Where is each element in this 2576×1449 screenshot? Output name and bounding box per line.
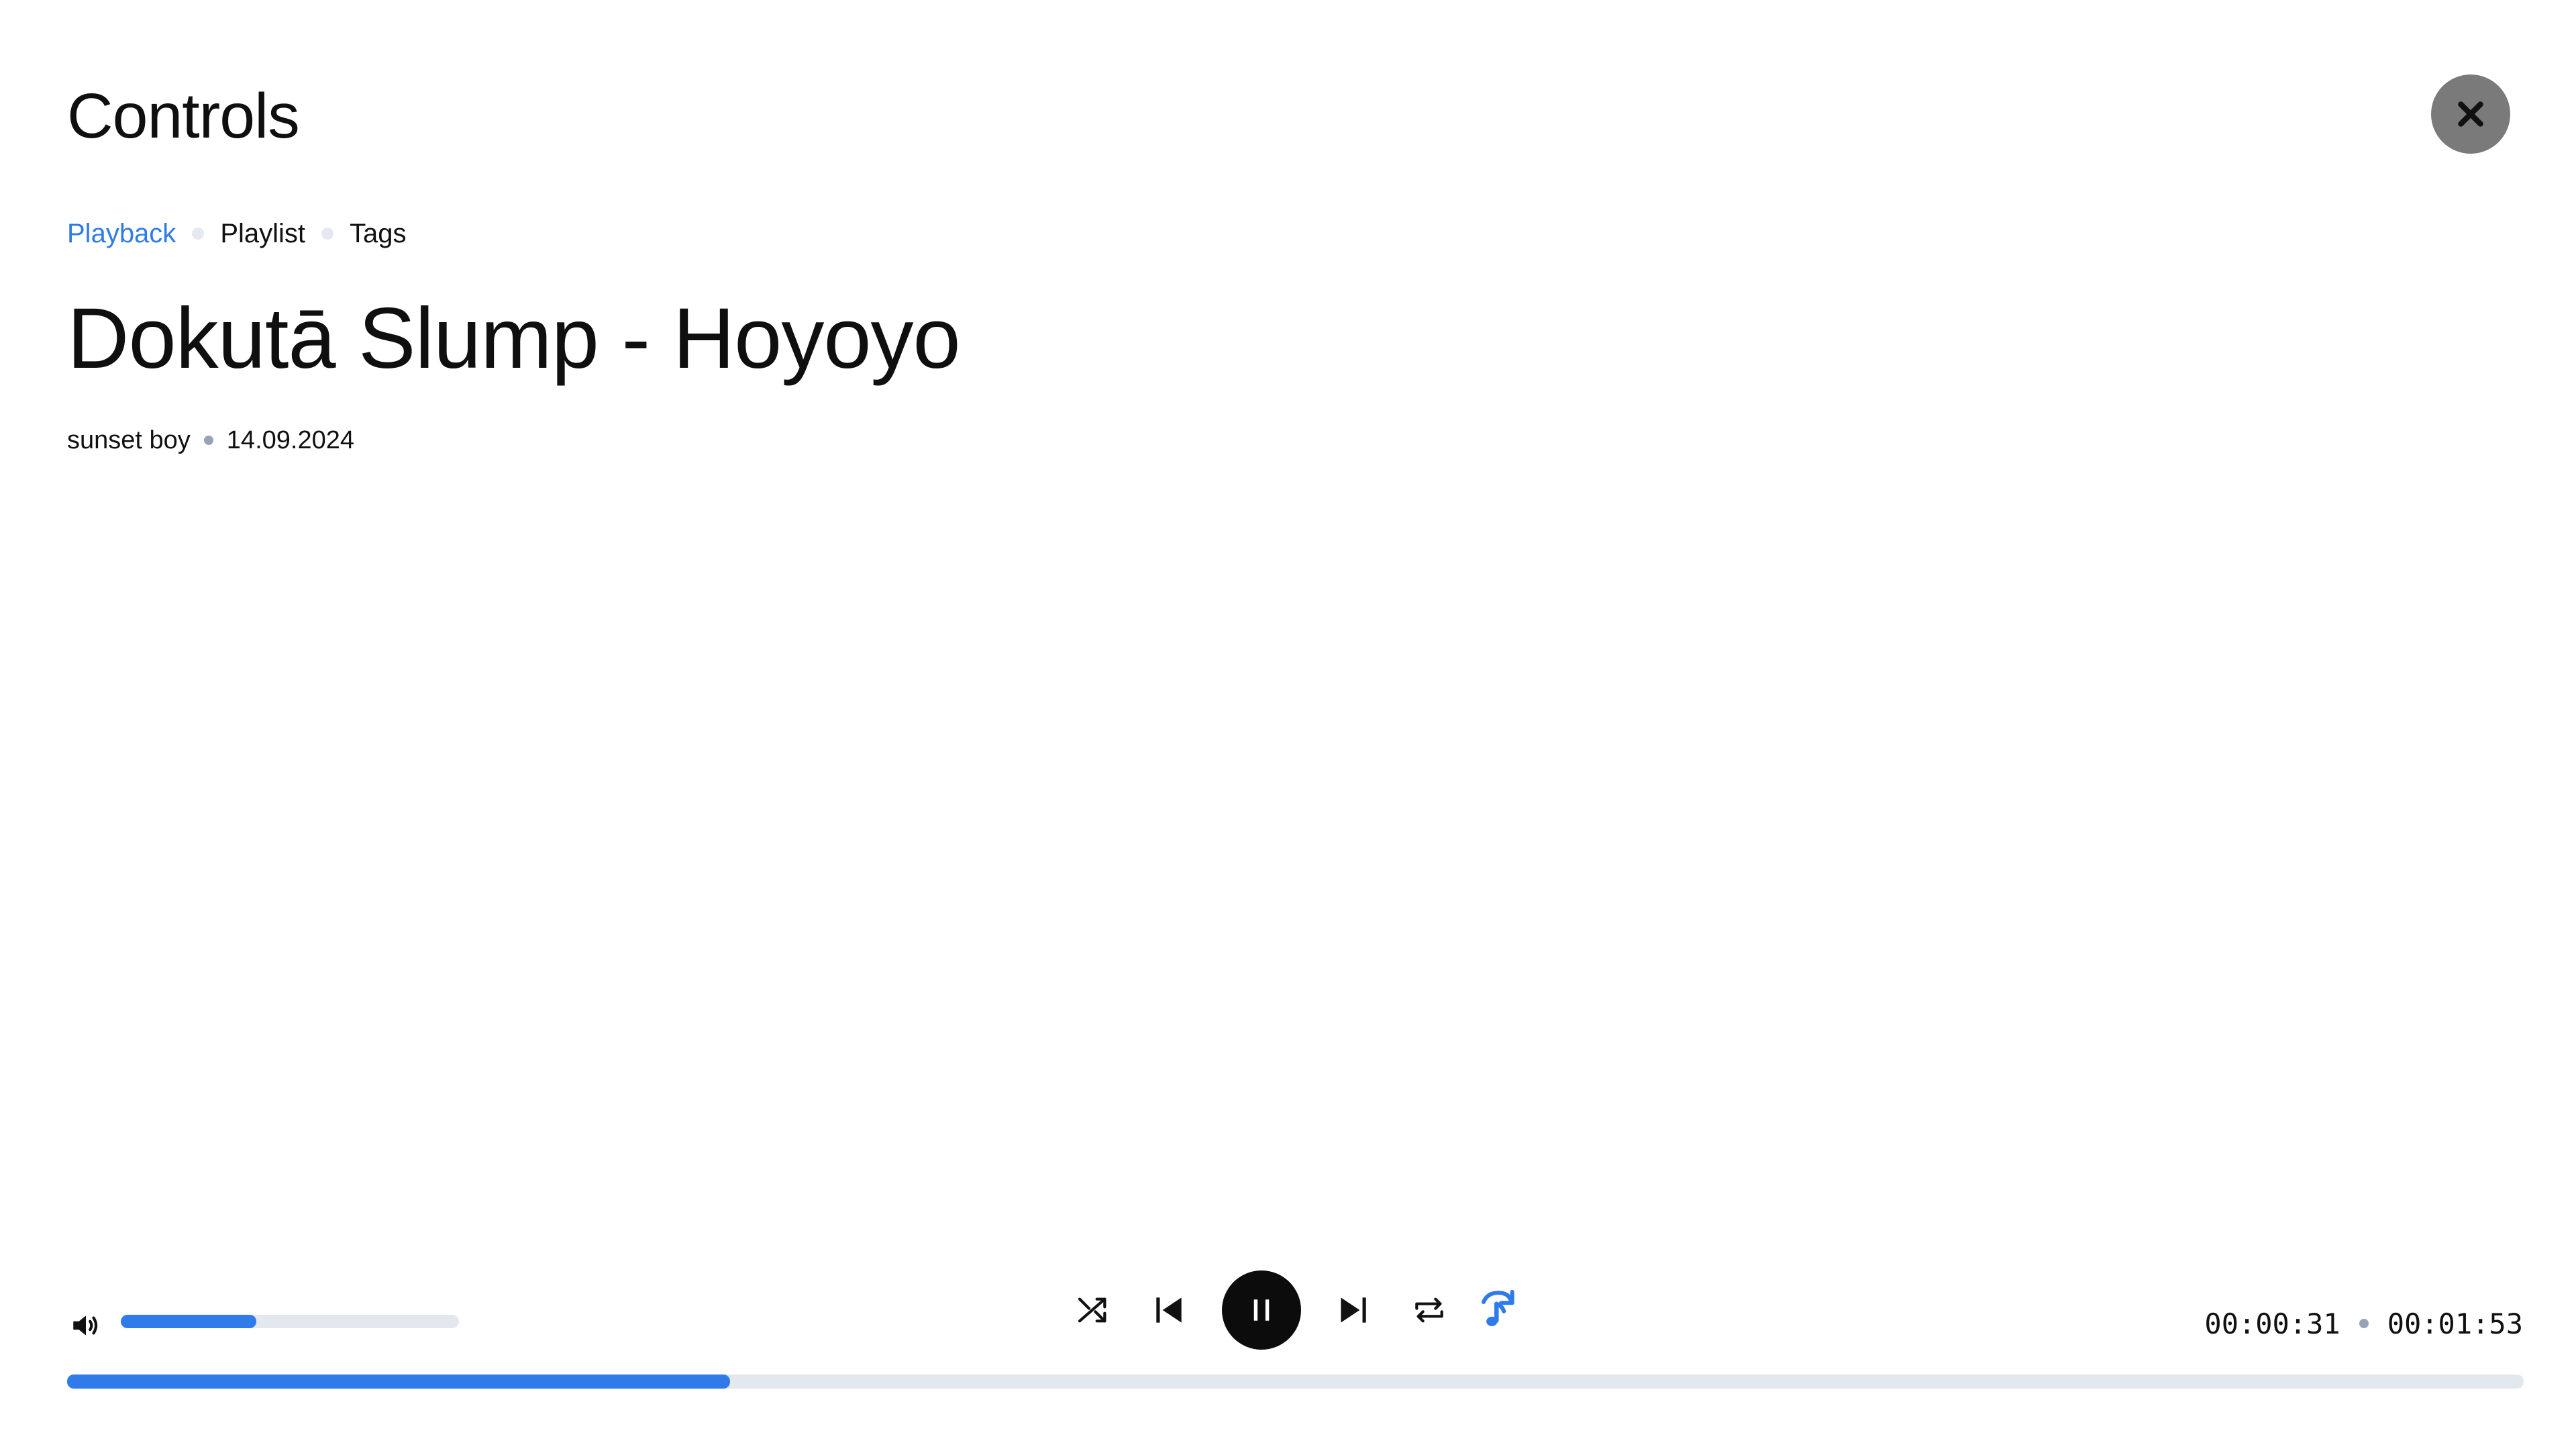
previous-button[interactable] bbox=[1149, 1290, 1189, 1330]
close-icon bbox=[2458, 101, 2483, 127]
tab-bar: Playback Playlist Tags bbox=[67, 213, 407, 254]
skip-next-icon bbox=[1341, 1297, 1366, 1323]
tab-separator-dot bbox=[192, 228, 205, 240]
play-pause-button[interactable] bbox=[1222, 1270, 1301, 1350]
repeat-button[interactable] bbox=[1409, 1290, 1449, 1330]
volume-button[interactable] bbox=[69, 1309, 103, 1342]
tab-playback[interactable]: Playback bbox=[67, 219, 176, 249]
time-total: 00:01:53 bbox=[2387, 1307, 2523, 1340]
tab-separator-dot bbox=[321, 228, 334, 240]
volume-slider[interactable] bbox=[121, 1315, 459, 1328]
close-button[interactable] bbox=[2431, 74, 2510, 154]
time-current: 00:00:31 bbox=[2204, 1307, 2340, 1340]
next-button[interactable] bbox=[1333, 1290, 1374, 1330]
shuffle-button[interactable] bbox=[1074, 1290, 1114, 1330]
volume-slider-fill bbox=[121, 1315, 256, 1328]
music-note-autoplay-icon bbox=[1481, 1289, 1514, 1327]
tab-tags[interactable]: Tags bbox=[350, 219, 407, 249]
skip-previous-icon bbox=[1156, 1297, 1182, 1323]
controls-panel: Controls Playback Playlist Tags Dokutā S… bbox=[0, 0, 2576, 1449]
meta-separator-dot bbox=[203, 436, 213, 445]
seek-bar-fill bbox=[67, 1375, 731, 1389]
track-meta: sunset boy 14.09.2024 bbox=[67, 421, 354, 459]
playback-controls bbox=[1074, 1270, 1530, 1350]
time-display: 00:00:31 00:01:53 bbox=[2204, 1303, 2523, 1344]
panel-title: Controls bbox=[67, 81, 300, 152]
time-separator-dot bbox=[2359, 1319, 2369, 1328]
repeat-icon bbox=[1415, 1297, 1443, 1323]
tab-playlist[interactable]: Playlist bbox=[220, 219, 305, 249]
volume-icon bbox=[73, 1315, 98, 1336]
track-artist: sunset boy bbox=[67, 426, 191, 454]
seek-bar[interactable] bbox=[67, 1375, 2524, 1389]
autoplay-button[interactable] bbox=[1475, 1285, 1522, 1334]
shuffle-icon bbox=[1078, 1297, 1106, 1323]
track-date: 14.09.2024 bbox=[226, 426, 354, 454]
pause-icon bbox=[1253, 1299, 1270, 1321]
track-title: Dokutā Slump - Hoyoyo bbox=[67, 291, 961, 387]
